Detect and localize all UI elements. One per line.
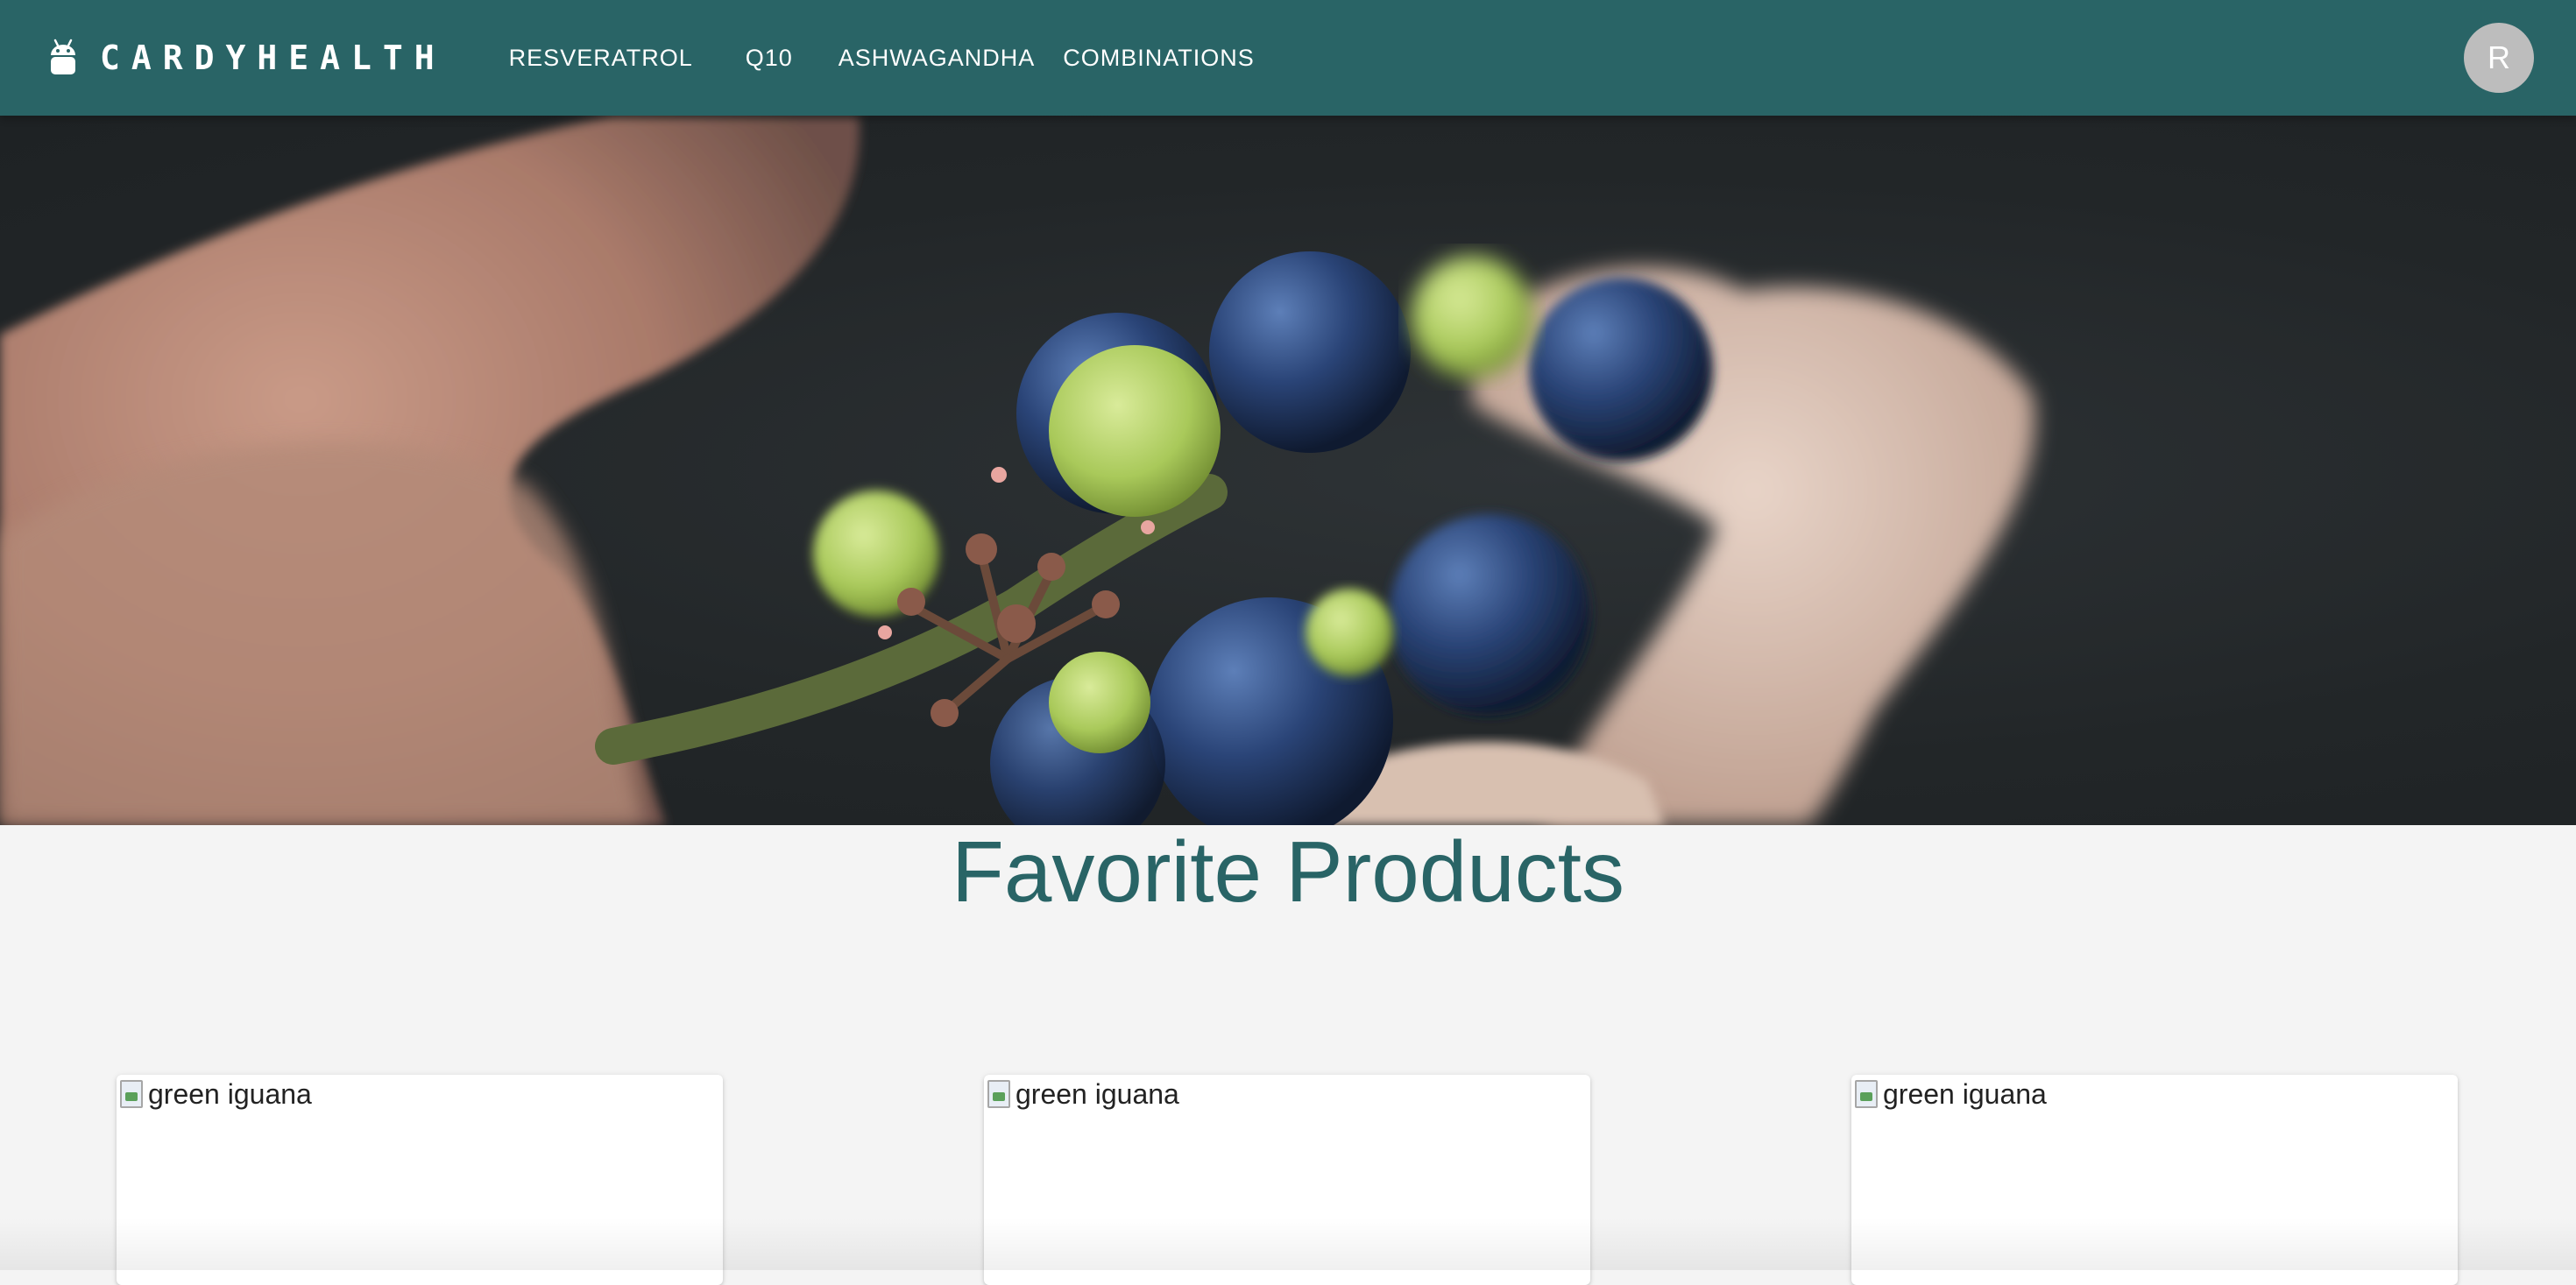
brand-logo[interactable]: CARDYHEALTH (47, 38, 446, 78)
product-image: green iguana (1851, 1075, 2458, 1112)
hero-grapes-illustration (0, 116, 2576, 825)
brand-name: CARDYHEALTH (100, 39, 446, 77)
user-avatar[interactable]: R (2464, 23, 2534, 93)
product-card[interactable]: green iguana (117, 1075, 723, 1285)
product-image: green iguana (117, 1075, 723, 1112)
hero-image (0, 116, 2576, 825)
image-alt-text: green iguana (1016, 1077, 1179, 1112)
broken-image-icon (118, 1078, 146, 1110)
product-card[interactable]: green iguana (1851, 1075, 2458, 1285)
page-title: Favorite Products (0, 825, 2576, 918)
nav-q10[interactable]: Q10 (730, 0, 823, 116)
nav-ashwagandha[interactable]: ASHWAGANDHA (823, 0, 1048, 116)
product-image: green iguana (984, 1075, 1590, 1112)
product-card[interactable]: green iguana (984, 1075, 1590, 1285)
app-bar: CARDYHEALTH RESVERATROL Q10 ASHWAGANDHA … (0, 0, 2576, 116)
main-nav: RESVERATROL Q10 ASHWAGANDHA COMBINATIONS (497, 0, 1270, 116)
nav-resveratrol[interactable]: RESVERATROL (497, 0, 730, 116)
nav-combinations[interactable]: COMBINATIONS (1047, 0, 1270, 116)
image-alt-text: green iguana (1883, 1077, 2047, 1112)
broken-image-icon (986, 1078, 1014, 1110)
broken-image-icon (1853, 1078, 1881, 1110)
image-alt-text: green iguana (148, 1077, 312, 1112)
android-icon (47, 38, 79, 78)
